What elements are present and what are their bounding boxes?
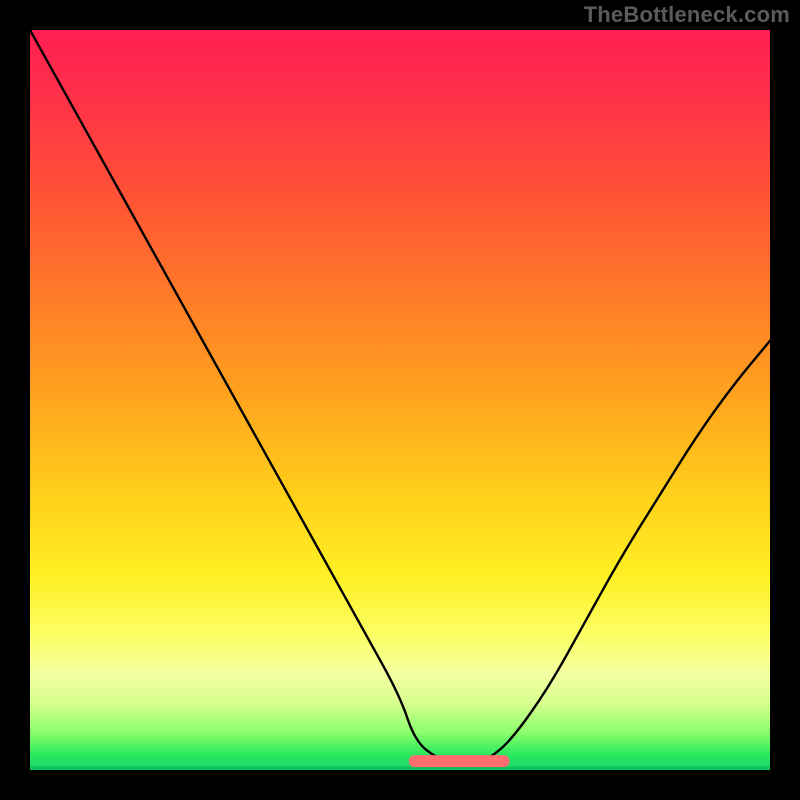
bottleneck-curve [30,30,770,763]
watermark-text: TheBottleneck.com [584,2,790,28]
chart-frame: TheBottleneck.com [0,0,800,800]
plot-area [30,30,770,770]
chart-svg [30,30,770,770]
